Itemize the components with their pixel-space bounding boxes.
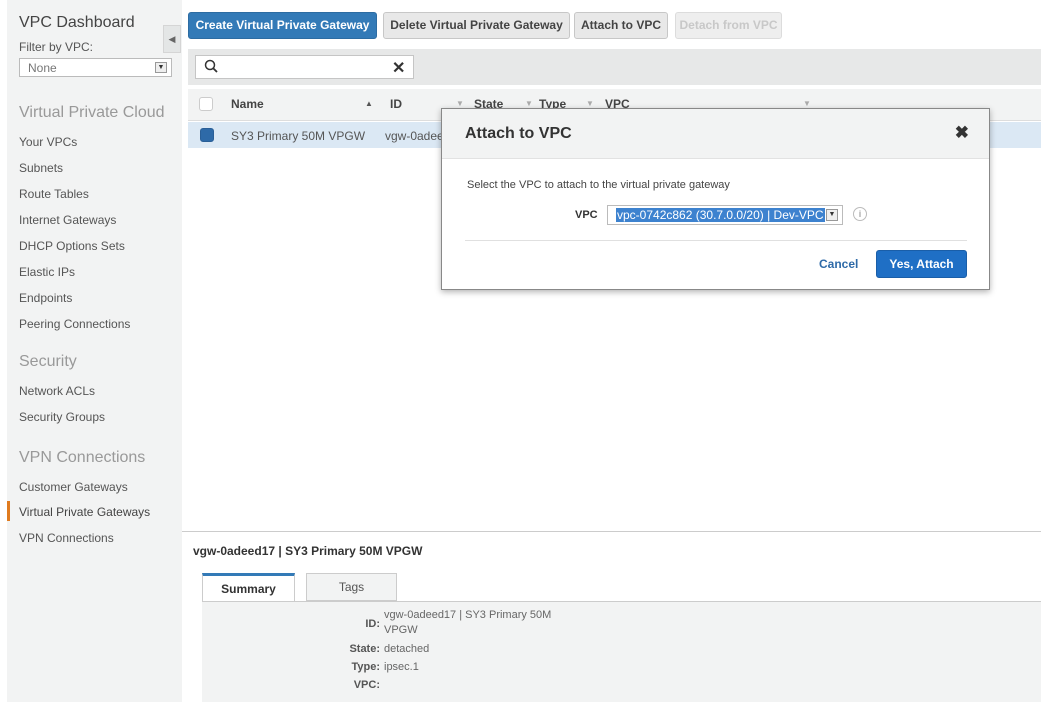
summary-panel: ID: vgw-0adeed17 | SY3 Primary 50M VPGW … — [202, 601, 1041, 702]
column-header-name[interactable]: Name — [231, 97, 264, 111]
search-bar: ✕ — [188, 49, 1041, 85]
sort-icon[interactable]: ▼ — [456, 99, 464, 108]
sidebar-item-elastic-ips[interactable]: Elastic IPs — [19, 265, 75, 279]
sort-icon[interactable]: ▼ — [586, 99, 594, 108]
detail-pane: vgw-0adeed17 | SY3 Primary 50M VPGW Summ… — [182, 531, 1041, 702]
state-value: detached — [384, 643, 430, 655]
sidebar: VPC Dashboard Filter by VPC: None ▼ Virt… — [7, 0, 182, 702]
state-label: State: — [349, 643, 380, 655]
id-value-line-1: vgw-0adeed17 | SY3 Primary 50M — [384, 609, 552, 621]
search-input[interactable]: ✕ — [195, 55, 414, 79]
yes-attach-button[interactable]: Yes, Attach — [876, 250, 967, 278]
dialog-description: Select the VPC to attach to the virtual … — [467, 179, 730, 191]
sidebar-item-your-vpcs[interactable]: Your VPCs — [19, 135, 77, 149]
chevron-down-icon[interactable]: ▼ — [155, 62, 167, 73]
sidebar-item-endpoints[interactable]: Endpoints — [19, 291, 72, 305]
sidebar-active-indicator — [7, 501, 10, 521]
sidebar-title[interactable]: VPC Dashboard — [19, 14, 135, 32]
delete-virtual-private-gateway-button[interactable]: Delete Virtual Private Gateway — [383, 12, 570, 39]
attach-to-vpc-dialog: Attach to VPC ✖ Select the VPC to attach… — [441, 108, 990, 290]
search-icon — [204, 59, 218, 73]
section-vpn-connections: VPN Connections — [19, 449, 146, 466]
vpc-select-label: VPC — [575, 209, 598, 221]
chevron-down-icon[interactable]: ▼ — [826, 209, 838, 221]
type-label: Type: — [351, 661, 380, 673]
sidebar-item-virtual-private-gateways[interactable]: Virtual Private Gateways — [19, 505, 150, 519]
detail-title: vgw-0adeed17 | SY3 Primary 50M VPGW — [193, 544, 423, 558]
sort-icon[interactable]: ▼ — [803, 99, 811, 108]
close-icon[interactable]: ✖ — [955, 123, 969, 143]
filter-by-vpc-value: None — [28, 61, 57, 75]
attach-to-vpc-button[interactable]: Attach to VPC — [574, 12, 668, 39]
sidebar-item-customer-gateways[interactable]: Customer Gateways — [19, 480, 128, 494]
sidebar-item-network-acls[interactable]: Network ACLs — [19, 384, 95, 398]
dialog-divider — [465, 240, 967, 241]
sort-icon[interactable]: ▼ — [525, 99, 533, 108]
sidebar-item-route-tables[interactable]: Route Tables — [19, 187, 89, 201]
vpc-label: VPC: — [353, 679, 380, 691]
clear-search-icon[interactable]: ✕ — [392, 58, 405, 78]
sidebar-item-subnets[interactable]: Subnets — [19, 161, 63, 175]
section-virtual-private-cloud: Virtual Private Cloud — [19, 104, 165, 121]
sidebar-item-vpn-connections[interactable]: VPN Connections — [19, 531, 114, 545]
sort-ascending-icon[interactable]: ▲ — [365, 99, 373, 108]
row-checkbox[interactable] — [200, 128, 214, 142]
column-header-id[interactable]: ID — [390, 97, 402, 111]
create-virtual-private-gateway-button[interactable]: Create Virtual Private Gateway — [188, 12, 377, 39]
detach-from-vpc-button: Detach from VPC — [675, 12, 782, 39]
dialog-title: Attach to VPC — [465, 125, 572, 142]
tab-tags[interactable]: Tags — [306, 573, 397, 601]
cancel-button[interactable]: Cancel — [819, 257, 858, 271]
id-label: ID: — [365, 618, 380, 630]
filter-by-vpc-label: Filter by VPC: — [19, 40, 94, 54]
type-value: ipsec.1 — [384, 661, 419, 673]
sidebar-item-security-groups[interactable]: Security Groups — [19, 410, 105, 424]
vpc-select-value: vpc-0742c862 (30.7.0.0/20) | Dev-VPC — [616, 208, 825, 222]
sidebar-collapse-button[interactable]: ◀ — [163, 25, 181, 53]
select-all-checkbox[interactable] — [199, 97, 213, 111]
sidebar-item-dhcp-options-sets[interactable]: DHCP Options Sets — [19, 239, 125, 253]
row-name: SY3 Primary 50M VPGW — [231, 129, 366, 143]
id-value-line-2: VPGW — [384, 624, 418, 636]
tab-summary[interactable]: Summary — [202, 573, 295, 601]
sidebar-item-peering-connections[interactable]: Peering Connections — [19, 317, 130, 331]
section-security: Security — [19, 353, 77, 370]
vpc-select[interactable]: vpc-0742c862 (30.7.0.0/20) | Dev-VPC ▼ — [607, 205, 843, 225]
sidebar-item-internet-gateways[interactable]: Internet Gateways — [19, 213, 116, 227]
dialog-header: Attach to VPC ✖ — [442, 109, 989, 159]
filter-by-vpc-select[interactable]: None ▼ — [19, 58, 172, 77]
info-icon[interactable]: i — [853, 207, 867, 221]
